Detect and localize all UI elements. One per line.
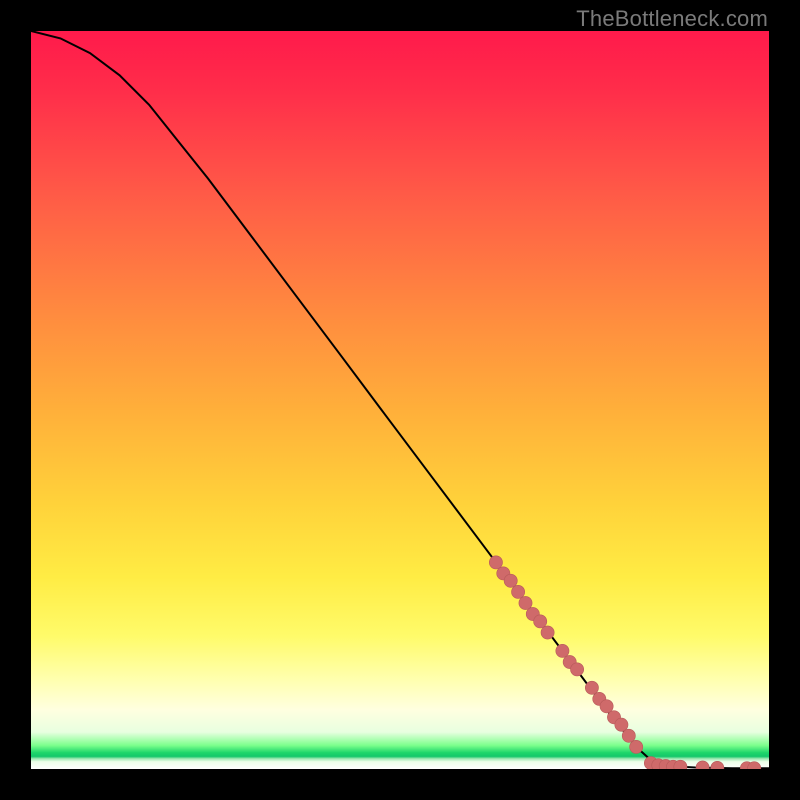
plot-area xyxy=(31,31,769,769)
data-marker xyxy=(534,615,547,628)
data-marker xyxy=(519,596,532,609)
data-marker xyxy=(622,729,635,742)
data-marker xyxy=(711,761,724,769)
data-marker xyxy=(600,700,613,713)
data-marker xyxy=(556,644,569,657)
data-marker xyxy=(630,740,643,753)
data-marker xyxy=(541,626,554,639)
chart-frame: TheBottleneck.com xyxy=(0,0,800,800)
data-marker xyxy=(489,556,502,569)
data-marker xyxy=(512,585,525,598)
chart-overlay xyxy=(31,31,769,769)
data-marker xyxy=(585,681,598,694)
data-marker xyxy=(615,718,628,731)
data-markers xyxy=(489,556,761,769)
bottleneck-curve xyxy=(31,31,769,768)
data-marker xyxy=(571,663,584,676)
watermark-text: TheBottleneck.com xyxy=(576,6,768,32)
data-marker xyxy=(504,574,517,587)
data-marker xyxy=(696,761,709,769)
